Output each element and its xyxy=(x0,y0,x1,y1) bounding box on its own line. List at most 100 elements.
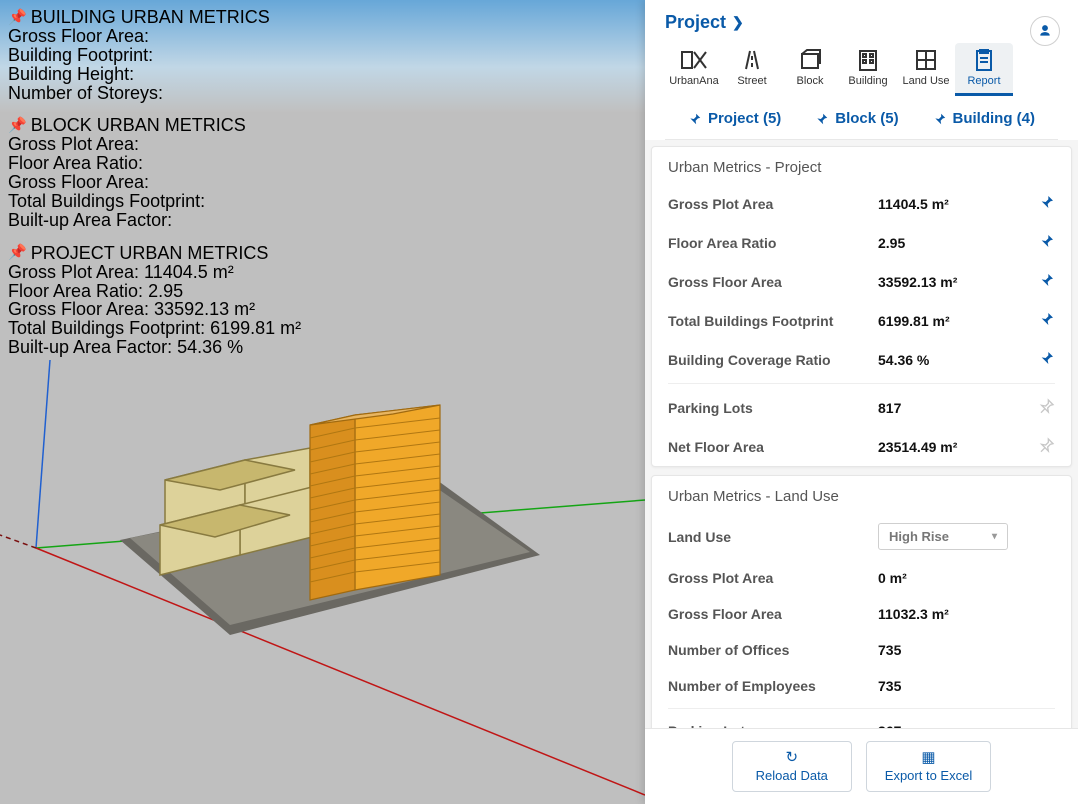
metric-row: Land Use High Rise ▾ xyxy=(652,513,1071,560)
tool-label: Street xyxy=(737,75,766,87)
pin-toggle[interactable] xyxy=(1031,272,1055,291)
landuse-select[interactable]: High Rise ▾ xyxy=(878,523,1008,550)
hud-line: Floor Area Ratio: 2.95 xyxy=(8,282,301,301)
pin-outline-icon xyxy=(1039,398,1055,414)
pin-toggle[interactable] xyxy=(1031,311,1055,330)
tool-landuse[interactable]: Land Use xyxy=(897,43,955,96)
reload-data-button[interactable]: ↻ Reload Data xyxy=(732,741,852,792)
tab-block[interactable]: Block (5) xyxy=(815,110,898,127)
metric-row: Building Coverage Ratio54.36 % xyxy=(652,340,1071,379)
chevron-right-icon: ❯ xyxy=(732,14,744,31)
hud-overlay: 📌BUILDING URBAN METRICS Gross Floor Area… xyxy=(8,8,301,371)
pin-icon xyxy=(1039,272,1055,288)
pin-toggle[interactable] xyxy=(1031,398,1055,417)
hud-line: Floor Area Ratio: xyxy=(8,154,301,173)
metric-label: Land Use xyxy=(668,529,878,545)
pin-toggle[interactable] xyxy=(1031,350,1055,369)
pin-icon: 📌 xyxy=(8,10,27,26)
reload-icon: ↻ xyxy=(785,748,798,766)
metric-row: Total Buildings Footprint6199.81 m² xyxy=(652,301,1071,340)
building-model-3d xyxy=(110,380,550,640)
metric-label: Gross Plot Area xyxy=(668,570,878,586)
pin-icon xyxy=(1039,194,1055,210)
hud-line: Gross Floor Area: xyxy=(8,27,301,46)
pin-toggle[interactable] xyxy=(1031,194,1055,213)
hud-line: Gross Floor Area: 33592.13 m² xyxy=(8,300,301,319)
metric-label: Net Floor Area xyxy=(668,439,878,455)
metric-value: 33592.13 m² xyxy=(878,274,1031,290)
pin-icon xyxy=(688,112,702,126)
hud-project-title: PROJECT URBAN METRICS xyxy=(31,244,269,263)
metric-row: Floor Area Ratio2.95 xyxy=(652,223,1071,262)
metric-value: 11404.5 m² xyxy=(878,196,1031,212)
metric-label: Gross Floor Area xyxy=(668,274,878,290)
pin-toggle[interactable] xyxy=(1031,233,1055,252)
side-panel: Project ❯ UrbanAna Street Block xyxy=(645,0,1078,804)
tool-building[interactable]: Building xyxy=(839,43,897,96)
tool-label: Block xyxy=(797,75,824,87)
metric-row: Number of Employees735 xyxy=(652,668,1071,704)
tool-block[interactable]: Block xyxy=(781,43,839,96)
metric-row: Net Floor Area23514.49 m² xyxy=(652,427,1071,466)
hud-building-title: BUILDING URBAN METRICS xyxy=(31,8,270,27)
urbanana-icon xyxy=(680,49,708,71)
tab-project[interactable]: Project (5) xyxy=(688,110,781,127)
card-landuse-metrics: Urban Metrics - Land Use Land Use High R… xyxy=(651,475,1072,728)
hud-line: Building Footprint: xyxy=(8,46,301,65)
metric-value: 23514.49 m² xyxy=(878,439,1031,455)
metric-row: Parking Lots817 xyxy=(652,388,1071,427)
tab-label: Building (4) xyxy=(953,110,1036,127)
hud-building-metrics: 📌BUILDING URBAN METRICS Gross Floor Area… xyxy=(8,8,301,102)
tab-label: Project (5) xyxy=(708,110,781,127)
card-title: Urban Metrics - Project xyxy=(652,147,1071,184)
button-label: Export to Excel xyxy=(885,768,972,783)
breadcrumb[interactable]: Project ❯ xyxy=(665,12,1058,33)
user-icon xyxy=(1038,24,1052,38)
hud-block-title: BLOCK URBAN METRICS xyxy=(31,116,246,135)
button-label: Reload Data xyxy=(756,768,828,783)
metric-row: Gross Floor Area33592.13 m² xyxy=(652,262,1071,301)
tool-street[interactable]: Street xyxy=(723,43,781,96)
metric-label: Gross Floor Area xyxy=(668,606,878,622)
metric-row: Gross Plot Area11404.5 m² xyxy=(652,184,1071,223)
grid-icon: ▦ xyxy=(921,748,935,766)
hud-line: Gross Plot Area: 11404.5 m² xyxy=(8,263,301,282)
landuse-icon xyxy=(915,49,937,71)
count-tabs: Project (5) Block (5) Building (4) xyxy=(665,96,1058,140)
metric-value: 817 xyxy=(878,400,1031,416)
hud-block-metrics: 📌BLOCK URBAN METRICS Gross Plot Area: Fl… xyxy=(8,116,301,229)
hud-line: Gross Floor Area: xyxy=(8,173,301,192)
metric-value: 11032.3 m² xyxy=(878,606,1055,622)
metric-value: 54.36 % xyxy=(878,352,1031,368)
tool-urbanana[interactable]: UrbanAna xyxy=(665,43,723,96)
hud-line: Gross Plot Area: xyxy=(8,135,301,154)
hud-line: Built-up Area Factor: 54.36 % xyxy=(8,338,301,357)
tool-label: Building xyxy=(848,75,887,87)
metric-label: Parking Lots xyxy=(668,400,878,416)
select-value: High Rise xyxy=(889,529,949,544)
metric-label: Total Buildings Footprint xyxy=(668,313,878,329)
divider xyxy=(668,708,1055,709)
building-icon xyxy=(858,49,878,71)
pin-icon: 📌 xyxy=(8,245,27,261)
export-excel-button[interactable]: ▦ Export to Excel xyxy=(866,741,991,792)
metric-value: 6199.81 m² xyxy=(878,313,1031,329)
tool-report[interactable]: Report xyxy=(955,43,1013,96)
pin-toggle[interactable] xyxy=(1031,437,1055,456)
metric-row: Number of Offices735 xyxy=(652,632,1071,668)
tab-label: Block (5) xyxy=(835,110,898,127)
panel-footer: ↻ Reload Data ▦ Export to Excel xyxy=(645,728,1078,804)
tab-building[interactable]: Building (4) xyxy=(933,110,1036,127)
tool-label: UrbanAna xyxy=(669,75,719,87)
pin-icon xyxy=(933,112,947,126)
metric-value: 2.95 xyxy=(878,235,1031,251)
metric-row: Gross Plot Area0 m² xyxy=(652,560,1071,596)
toolbar: UrbanAna Street Block Building Land Use xyxy=(665,43,1058,96)
pin-icon xyxy=(1039,233,1055,249)
block-icon xyxy=(799,49,821,71)
metric-value: 735 xyxy=(878,642,1055,658)
metric-value: 735 xyxy=(878,678,1055,694)
panel-body[interactable]: Urban Metrics - Project Gross Plot Area1… xyxy=(645,140,1078,728)
user-avatar[interactable] xyxy=(1030,16,1060,46)
pin-icon xyxy=(1039,350,1055,366)
